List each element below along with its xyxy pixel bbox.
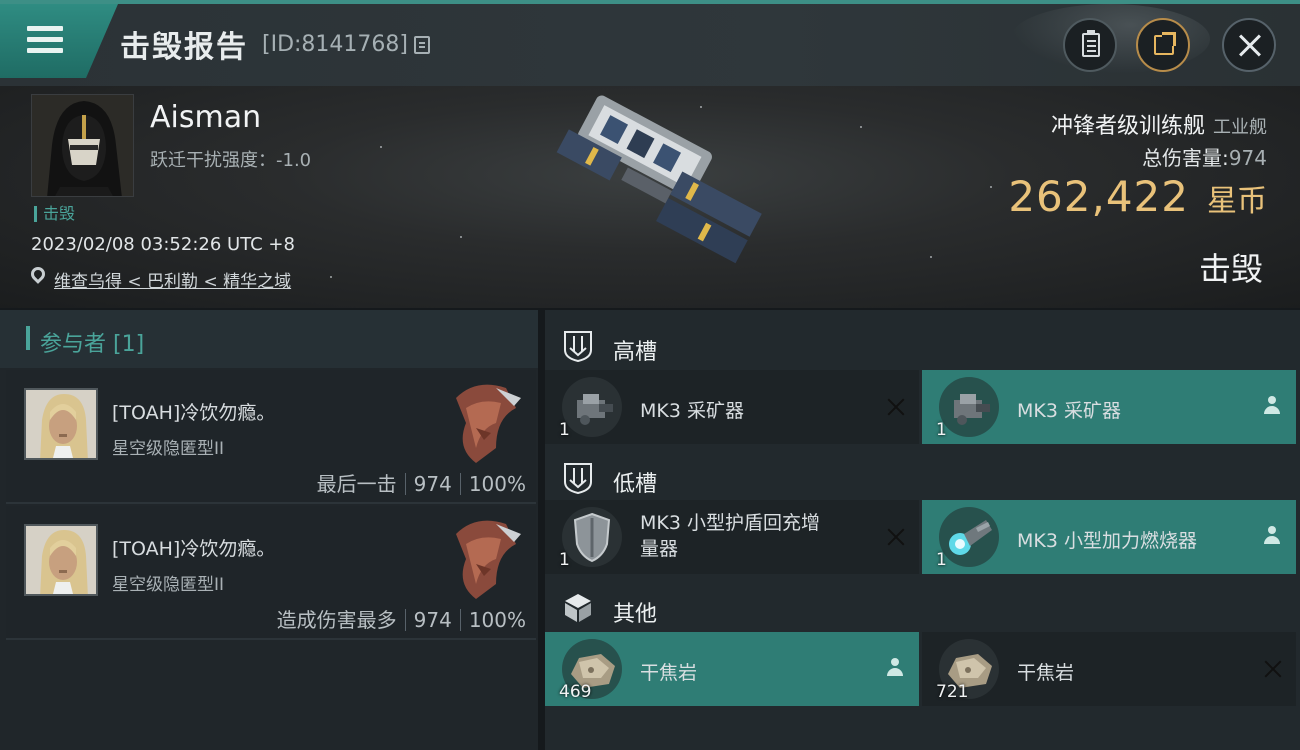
ship-class: 工业舰 (1213, 117, 1267, 138)
attacker-damage: 974 (413, 472, 452, 496)
attacker-ship-icon (436, 378, 526, 468)
module-slot[interactable]: 1 MK3 小型加力燃烧器 (922, 500, 1296, 574)
isk-amount: 262,422 (1008, 172, 1189, 221)
destroyed-x-icon (887, 528, 905, 546)
destroyed-x-icon (887, 398, 905, 416)
isk-unit: 星币 (1207, 184, 1267, 219)
miner-module-icon (938, 376, 1000, 438)
total-damage-label: 总伤害量: (1142, 146, 1229, 170)
module-qty: 1 (559, 550, 570, 570)
attacker-avatar[interactable] (24, 388, 98, 460)
participants-label: 参与者 [1] (40, 332, 145, 357)
attacker-ship-icon (436, 514, 526, 604)
attacker-role: 造成伤害最多 (276, 608, 397, 632)
module-name: MK3 采矿器 (640, 400, 744, 422)
item-qty: 469 (559, 682, 592, 702)
module-slot[interactable]: 1 MK3 采矿器 (545, 370, 919, 444)
fittings-panel: 高槽 1 MK3 采矿器 1 MK3 采矿器 低槽 1 MK3 小型护盾回充增 … (545, 310, 1300, 750)
participants-header: 参与者 [1] (0, 310, 538, 368)
low-slot-label: 低槽 (613, 472, 658, 497)
item-name: 干焦岩 (640, 662, 698, 684)
menu-icon (27, 26, 63, 54)
kill-summary: Aisman 跃迁干扰强度：-1.0 击毁 2023/02/08 03:52:2… (0, 86, 1300, 308)
low-slot-header: 低槽 (545, 448, 1300, 506)
kill-tag: 击毁 (34, 206, 75, 222)
module-name: MK3 小型护盾回充增 量器 (640, 512, 820, 560)
warp-jam-strength: 跃迁干扰强度：-1.0 (150, 150, 312, 171)
module-name: MK3 小型加力燃烧器 (1017, 530, 1197, 552)
dropped-person-icon (1264, 526, 1280, 546)
report-button[interactable] (1063, 18, 1117, 72)
module-slot[interactable]: 1 MK3 采矿器 (922, 370, 1296, 444)
close-button[interactable] (1222, 18, 1276, 72)
attacker-avatar[interactable] (24, 524, 98, 596)
attacker-row[interactable]: [TOAH]冷饮勿瘾。 星空级隐匿型II 造成伤害最多 974 100% (6, 506, 536, 640)
attacker-stats: 最后一击 974 100% (317, 468, 526, 497)
cargo-slot[interactable]: 721 干焦岩 (922, 632, 1296, 706)
attacker-stats: 造成伤害最多 974 100% (277, 604, 526, 633)
clipboard-icon (1082, 30, 1100, 57)
dropped-person-icon (887, 658, 903, 678)
attacker-ship: 星空级隐匿型II (112, 439, 225, 459)
attacker-damage: 974 (413, 608, 452, 632)
kill-location-link[interactable]: 维查乌得 < 巴利勒 < 精华之域 (54, 267, 291, 292)
isk-value: 262,422 星币 (1008, 172, 1267, 221)
attacker-name[interactable]: [TOAH]冷饮勿瘾。 (112, 398, 275, 425)
cargo-box-icon (563, 592, 593, 624)
attacker-ship: 星空级隐匿型II (112, 575, 225, 595)
module-qty: 1 (936, 420, 947, 440)
participants-panel: 参与者 [1] [TOAH]冷饮勿瘾。 星空级隐匿型II 最后一击 974 10… (0, 310, 538, 750)
attacker-percent: 100% (468, 472, 526, 496)
total-damage-value: 974 (1228, 146, 1267, 170)
item-qty: 721 (936, 682, 969, 702)
module-slot[interactable]: 1 MK3 小型护盾回充增 量器 (545, 500, 919, 574)
module-qty: 1 (936, 550, 947, 570)
victim-avatar[interactable] (31, 94, 134, 197)
other-label: 其他 (613, 602, 658, 627)
attacker-role: 最后一击 (316, 472, 397, 496)
copy-icon[interactable] (414, 36, 430, 54)
other-header: 其他 (545, 578, 1300, 636)
afterburner-module-icon (938, 506, 1000, 568)
high-slot-header: 高槽 (545, 316, 1300, 374)
miner-module-icon (561, 376, 623, 438)
attacker-name[interactable]: [TOAH]冷饮勿瘾。 (112, 534, 275, 561)
kill-status: 击毁 (1198, 250, 1263, 288)
ship-name[interactable]: 冲锋者级训练舰 (1051, 114, 1205, 139)
destroyed-x-icon (1264, 660, 1282, 678)
share-button[interactable] (1136, 18, 1190, 72)
ship-render (520, 91, 790, 291)
module-name: MK3 采矿器 (1017, 400, 1121, 422)
report-id: [ID:8141768] (262, 32, 408, 57)
attacker-percent: 100% (468, 608, 526, 632)
high-slot-label: 高槽 (613, 340, 658, 365)
location-pin-icon (28, 264, 48, 284)
dropped-person-icon (1264, 396, 1280, 416)
victim-ship: 冲锋者级训练舰 工业舰 (1051, 108, 1267, 140)
page-title: 击毁报告 (120, 30, 248, 65)
high-slot-icon (563, 330, 593, 363)
total-damage: 总伤害量:974 (1142, 142, 1267, 171)
item-name: 干焦岩 (1017, 662, 1075, 684)
low-slot-icon (563, 462, 593, 495)
attacker-row[interactable]: [TOAH]冷饮勿瘾。 星空级隐匿型II 最后一击 974 100% (6, 370, 536, 504)
module-qty: 1 (559, 420, 570, 440)
victim-name[interactable]: Aisman (150, 100, 261, 135)
menu-button[interactable] (0, 4, 118, 78)
share-arrow (1162, 32, 1176, 46)
top-bar: 击毁报告 [ID:8141768] (0, 0, 1300, 86)
kill-datetime: 2023/02/08 03:52:26 UTC +8 (31, 234, 295, 255)
cargo-slot[interactable]: 469 干焦岩 (545, 632, 919, 706)
shield-module-icon (561, 506, 623, 568)
